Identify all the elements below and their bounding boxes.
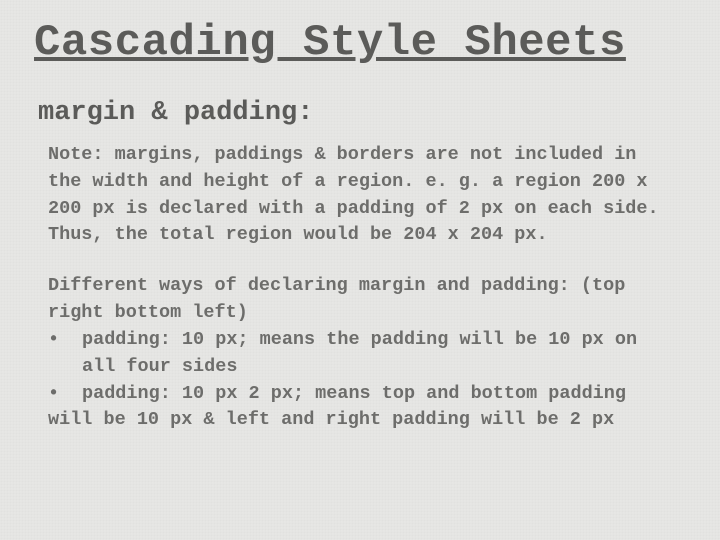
ways-intro: Different ways of declaring margin and p… — [48, 273, 680, 327]
bullet-icon: • — [48, 327, 82, 381]
note-paragraph: Note: margins, paddings & borders are no… — [48, 142, 680, 249]
bullet-text: padding: 10 px; means the padding will b… — [82, 327, 680, 381]
bullet-text: padding: 10 px 2 px; means top and botto… — [82, 381, 680, 408]
bullet-continuation: will be 10 px & left and right padding w… — [48, 407, 680, 434]
bullet-icon: • — [48, 381, 82, 408]
slide: Cascading Style Sheets margin & padding:… — [0, 0, 720, 434]
section-subtitle: margin & padding: — [38, 98, 686, 128]
bullet-item: • padding: 10 px 2 px; means top and bot… — [48, 381, 680, 408]
page-title: Cascading Style Sheets — [34, 18, 686, 68]
bullet-item: • padding: 10 px; means the padding will… — [48, 327, 680, 381]
